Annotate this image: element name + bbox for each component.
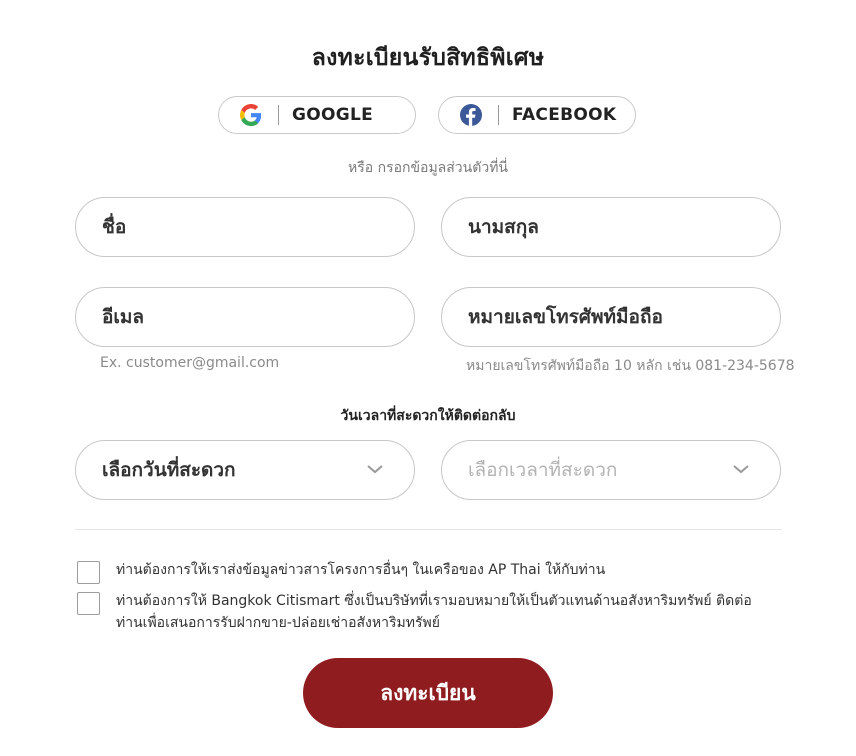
time-select[interactable]: เลือกเวลาที่สะดวก [441,440,781,500]
phone-placeholder: หมายเลขโทรศัพท์มือถือ [468,306,663,328]
facebook-icon [459,103,483,127]
google-login-button[interactable]: GOOGLE [218,96,416,134]
register-button[interactable]: ลงทะเบียน [303,658,553,728]
consent-citismart-text: ท่านต้องการให้ Bangkok Citismart ซึ่งเป็… [116,590,752,634]
chevron-down-icon [367,465,383,474]
consent-citismart-line2: ท่านเพื่อเสนอการรับฝากขาย-ปล่อยเช่าอสังห… [116,615,440,631]
date-select-value: เลือกวันที่สะดวก [102,459,236,481]
or-separator-text: หรือ กรอกข้อมูลส่วนตัวที่นี่ [347,160,508,176]
consent-citismart-line1: ท่านต้องการให้ Bangkok Citismart ซึ่งเป็… [116,593,752,609]
date-select[interactable]: เลือกวันที่สะดวก [75,440,415,500]
google-icon [239,103,263,127]
email-input[interactable]: อีเมล [75,287,415,347]
consent-ap-thai-text: ท่านต้องการให้เราส่งข้อมูลข่าวสารโครงการ… [116,562,606,578]
divider [498,105,499,125]
facebook-label: FACEBOOK [512,105,617,125]
contact-time-label: วันเวลาที่สะดวกให้ติดต่อกลับ [340,408,516,424]
google-label: GOOGLE [292,105,374,125]
section-divider [75,529,782,530]
email-hint: Ex. customer@gmail.com [100,355,280,371]
last-name-placeholder: นามสกุล [468,216,539,238]
time-select-value: เลือกเวลาที่สะดวก [468,459,618,481]
divider [278,105,279,125]
last-name-input[interactable]: นามสกุล [441,197,781,257]
first-name-placeholder: ชื่อ [102,216,127,238]
consent-citismart-checkbox[interactable] [77,592,100,615]
page-title: ลงทะเบียนรับสิทธิพิเศษ [311,45,545,71]
email-placeholder: อีเมล [102,306,145,328]
first-name-input[interactable]: ชื่อ [75,197,415,257]
phone-input[interactable]: หมายเลขโทรศัพท์มือถือ [441,287,781,347]
phone-hint: หมายเลขโทรศัพท์มือถือ 10 หลัก เช่น 081-2… [466,358,795,374]
consent-ap-thai-checkbox[interactable] [77,561,100,584]
chevron-down-icon [733,465,749,474]
facebook-login-button[interactable]: FACEBOOK [438,96,636,134]
